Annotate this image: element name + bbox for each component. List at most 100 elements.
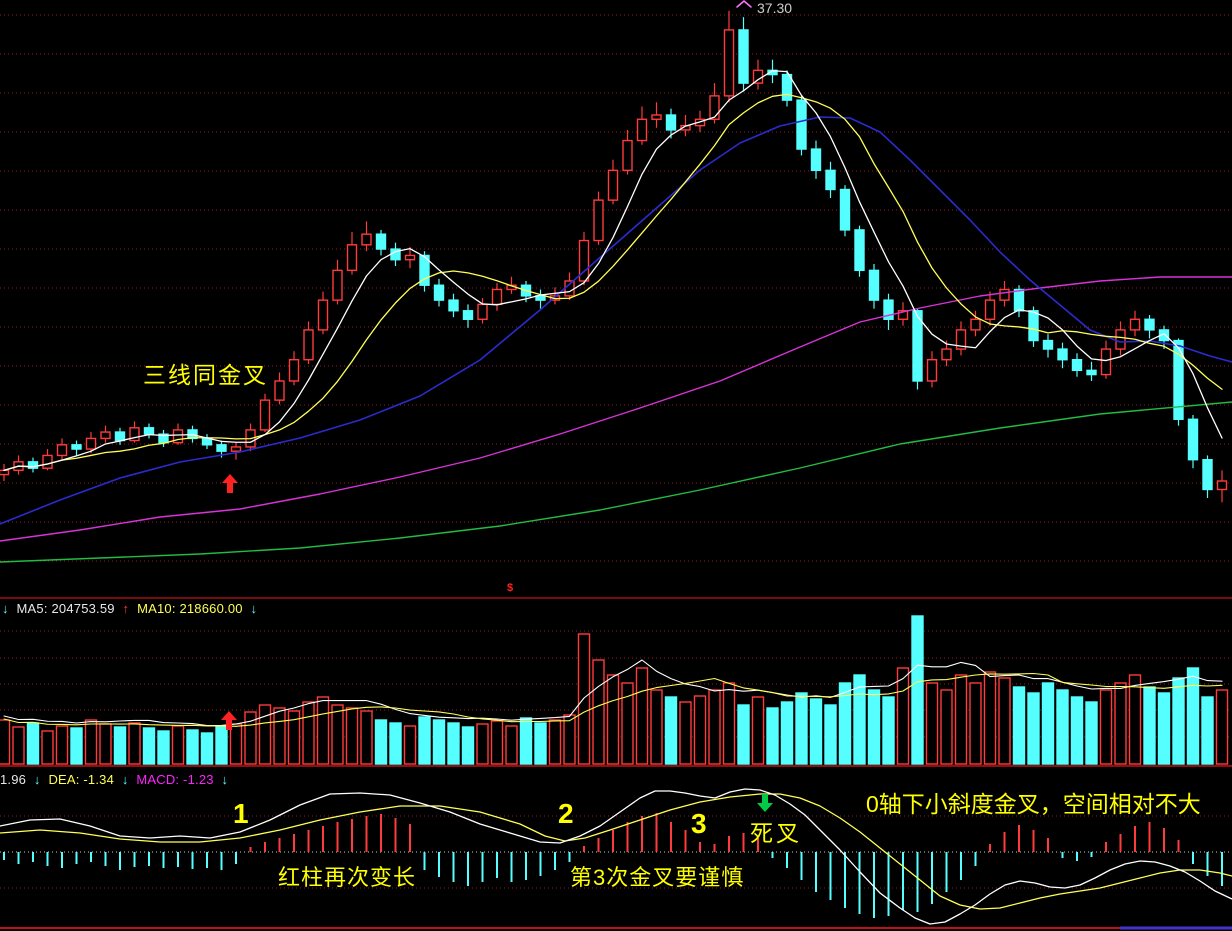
candle-body <box>1203 460 1212 490</box>
chart-canvas[interactable] <box>0 0 1232 931</box>
volume-bar <box>738 705 749 764</box>
volume-bar <box>999 678 1010 764</box>
volume-bar <box>492 721 503 764</box>
volume-bar <box>158 731 169 764</box>
candle-body <box>261 400 270 430</box>
volume-bar <box>1173 678 1184 764</box>
volume-bar <box>869 690 880 764</box>
candle-body <box>1116 330 1125 349</box>
volume-bar <box>13 727 24 764</box>
candle-body <box>43 455 52 468</box>
volume-bar <box>129 723 140 764</box>
candle-body <box>290 360 299 381</box>
candle-body <box>783 75 792 101</box>
volume-bar <box>1072 697 1083 764</box>
volume-bar <box>1202 697 1213 764</box>
candle-body <box>1029 311 1038 341</box>
volume-bar <box>347 708 358 764</box>
candle-body <box>333 270 342 300</box>
volume-bar <box>506 726 517 764</box>
candle-body <box>275 381 284 400</box>
candle-body <box>623 141 632 171</box>
volume-bar <box>1115 683 1126 764</box>
candle-body <box>319 300 328 330</box>
volume-bar <box>448 723 459 764</box>
candle-body <box>116 432 125 441</box>
candle-body <box>652 115 661 119</box>
candle-body <box>913 311 922 381</box>
ma-green-line <box>0 402 1232 562</box>
volume-bar <box>651 690 662 764</box>
volume-bar <box>318 697 329 764</box>
candle-body <box>101 432 110 438</box>
volume-bar <box>361 711 372 764</box>
candle-body <box>449 300 458 311</box>
candle-body <box>362 234 371 245</box>
volume-bar <box>376 720 387 764</box>
volume-bar <box>405 726 416 764</box>
volume-bar <box>680 702 691 764</box>
ma-magenta-line <box>0 277 1232 541</box>
volume-bar <box>883 697 894 764</box>
candle-body <box>232 447 241 451</box>
ma5-line <box>4 71 1222 471</box>
volume-bar <box>724 683 735 764</box>
volume-bar <box>71 728 82 764</box>
volume-bar <box>912 616 923 764</box>
candle-body <box>812 149 821 170</box>
volume-bar <box>42 731 53 764</box>
volume-bar <box>144 728 155 764</box>
candle-body <box>725 30 734 96</box>
candle-body <box>1015 289 1024 310</box>
volume-bar <box>956 675 967 764</box>
candle-body <box>377 234 386 249</box>
volume-bar <box>550 720 561 764</box>
volume-bar <box>753 697 764 764</box>
candle-body <box>638 119 647 140</box>
stock-chart-window: 三线同金叉 37.30 $ ↓ MA5: 204753.59 ↑ MA10: 2… <box>0 0 1232 931</box>
volume-bar <box>202 733 213 764</box>
volume-bar <box>564 715 575 764</box>
candle-body <box>841 189 850 229</box>
candle-body <box>406 255 415 259</box>
volume-bar <box>666 697 677 764</box>
candle-body <box>971 319 980 330</box>
volume-bar <box>303 702 314 764</box>
candle-body <box>1058 349 1067 360</box>
volume-bar <box>1159 693 1170 764</box>
candle-body <box>986 300 995 319</box>
volume-bar <box>187 730 198 764</box>
volume-bar <box>390 723 401 764</box>
volume-bar <box>86 720 97 764</box>
volume-bar <box>1188 668 1199 764</box>
candle-body <box>1087 370 1096 374</box>
candle-body <box>0 470 9 474</box>
volume-bar <box>1028 693 1039 764</box>
volume-bar <box>477 724 488 764</box>
candle-body <box>942 349 951 360</box>
candle-body <box>826 170 835 189</box>
volume-bar <box>1144 687 1155 764</box>
volume-bar <box>231 724 242 764</box>
candle-body <box>58 445 67 456</box>
candle-body <box>855 230 864 270</box>
volume-bar <box>898 668 909 764</box>
candle-body <box>1073 360 1082 371</box>
volume-bar <box>579 634 590 764</box>
candle-body <box>217 445 226 451</box>
candle-body <box>1145 319 1154 330</box>
volume-bar <box>1217 690 1228 764</box>
candle-body <box>739 30 748 83</box>
candle-body <box>348 245 357 271</box>
volume-bar <box>115 727 126 764</box>
candle-body <box>87 438 96 449</box>
volume-bar <box>1014 687 1025 764</box>
volume-bar <box>1086 702 1097 764</box>
volume-bar <box>825 705 836 764</box>
volume-bar <box>796 693 807 764</box>
ma10-line <box>4 94 1222 470</box>
candle-body <box>493 289 502 304</box>
volume-bar <box>332 705 343 764</box>
candle-body <box>304 330 313 360</box>
volume-bar <box>927 683 938 764</box>
